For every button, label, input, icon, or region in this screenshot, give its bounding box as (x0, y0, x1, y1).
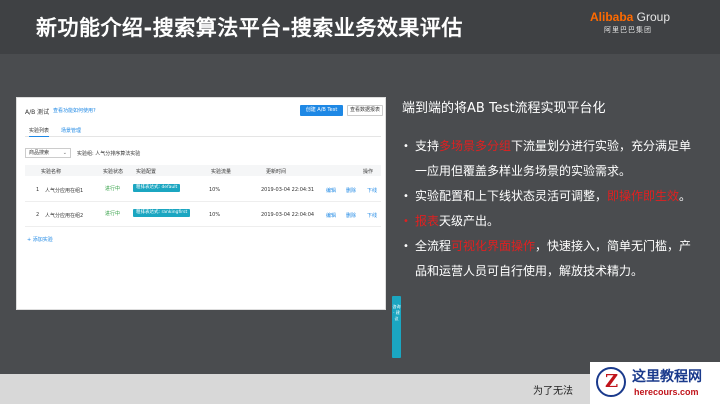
watermark-en: herecours.com (634, 387, 699, 397)
config-tag: 粗排表达式: default (133, 184, 181, 192)
ab-test-panel: A/B 测试 查看功能如何使用? 创建 A/B Test 查看数据报表 实验列表… (16, 97, 401, 358)
watermark: Z 这里教程网 herecours.com (590, 362, 720, 404)
scene-select[interactable]: 商品搜索 ⌄ (25, 148, 71, 158)
delete-link[interactable]: 删除 (346, 212, 356, 219)
table-row: 2 人气分应用在组2 进行中 粗排表达式: rankingfirst 10% 2… (25, 203, 381, 227)
col-traffic: 实验流量 (211, 169, 232, 175)
bullet-item: 报表天级产出。 (403, 209, 703, 234)
watermark-cn: 这里教程网 (632, 369, 702, 385)
panel-tabs: 实验列表 场景管理 (25, 126, 381, 137)
logo-text-cn: 阿里巴巴集团 (604, 26, 652, 34)
edit-link[interactable]: 编辑 (326, 187, 336, 194)
experiment-group-label: 实验组: 人气分排序算法实验 (77, 151, 141, 157)
config-tag: 粗排表达式: rankingfirst (133, 209, 191, 217)
view-report-button[interactable]: 查看数据报表 (347, 105, 383, 116)
bullet-list: 支持多场景多分组下流量划分进行实验，充分满足单一应用但覆盖多样业务场景的实验需求… (403, 134, 703, 284)
col-name: 实验名称 (41, 169, 62, 175)
highlight-text: 报表 (415, 214, 440, 228)
slide-header: 新功能介绍-搜索算法平台-搜索业务效果评估 Alibaba Group 阿里巴巴… (0, 0, 720, 54)
edit-link[interactable]: 编辑 (326, 212, 336, 219)
tab-experiment-list[interactable]: 实验列表 (29, 127, 50, 137)
section-heading: 端到端的将AB Test流程实现平台化 (402, 101, 606, 116)
table-header: 实验名称 实验状态 实验配置 实验流量 更新时间 操作 (25, 165, 381, 176)
col-status: 实验状态 (103, 169, 124, 175)
bullet-item: 支持多场景多分组下流量划分进行实验，充分满足单一应用但覆盖多样业务场景的实验需求… (403, 134, 703, 184)
logo-text-a: Alibaba (590, 10, 634, 24)
feedback-float-button[interactable]: 咨询 · 建议 (392, 296, 401, 358)
status-badge: 进行中 (105, 186, 121, 192)
highlight-text: 即操作即生效 (607, 189, 680, 203)
chevron-down-icon: ⌄ (62, 150, 67, 156)
watermark-logo-icon: Z (596, 367, 626, 397)
row-index: 1 (36, 187, 40, 193)
row-traffic: 10% (209, 212, 221, 218)
status-badge: 进行中 (105, 211, 121, 217)
row-time: 2019-03-04 22:04:31 (261, 187, 315, 193)
delete-link[interactable]: 删除 (346, 187, 356, 194)
footer-text: 为了无法 (533, 386, 573, 397)
bullet-item: 全流程可视化界面操作，快速接入，简单无门槛，产品和运营人员可自行使用，解放技术精… (403, 234, 703, 284)
bullet-item: 实验配置和上下线状态灵活可调整，即操作即生效。 (403, 184, 703, 209)
col-updated: 更新时间 (266, 169, 287, 175)
tab-scene-management[interactable]: 场景管理 (61, 127, 81, 134)
offline-link[interactable]: 下线 (367, 187, 377, 194)
row-name: 人气分应用在组2 (45, 213, 84, 219)
add-experiment-button[interactable]: + 添加实验 (27, 236, 53, 243)
highlight-text: 可视化界面操作 (451, 239, 536, 253)
logo-text-b: Group (633, 10, 671, 24)
panel-title: A/B 测试 (25, 109, 50, 116)
feedback-float-label: 咨询 · 建议 (392, 304, 401, 321)
scene-select-value: 商品搜索 (29, 150, 50, 156)
slide-title: 新功能介绍-搜索算法平台-搜索业务效果评估 (36, 16, 463, 40)
row-index: 2 (36, 212, 40, 218)
col-actions: 操作 (363, 169, 374, 175)
table-row: 1 人气分应用在组1 进行中 粗排表达式: default 10% 2019-0… (25, 178, 381, 202)
row-traffic: 10% (209, 187, 221, 193)
row-time: 2019-03-04 22:04:04 (261, 212, 315, 218)
help-link[interactable]: 查看功能如何使用? (53, 107, 96, 114)
col-config: 实验配置 (136, 169, 157, 175)
alibaba-logo: Alibaba Group 阿里巴巴集团 (590, 10, 706, 44)
create-ab-test-button[interactable]: 创建 A/B Test (300, 105, 343, 116)
offline-link[interactable]: 下线 (367, 212, 377, 219)
highlight-text: 多场景多分组 (439, 139, 512, 153)
row-name: 人气分应用在组1 (45, 188, 84, 194)
